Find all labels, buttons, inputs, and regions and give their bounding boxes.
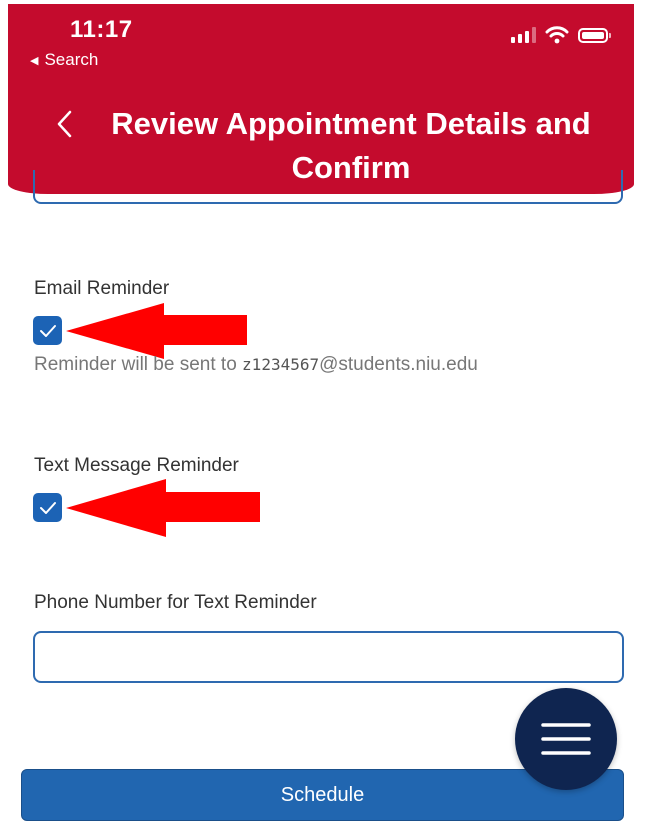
battery-icon xyxy=(578,27,611,43)
email-reminder-label: Email Reminder xyxy=(34,278,170,299)
email-reminder-helper: Reminder will be sent to z1234567@studen… xyxy=(34,354,478,376)
red-arrow-annotation-icon xyxy=(66,303,247,359)
helper-student-id: z1234567 xyxy=(242,355,320,374)
checkmark-icon xyxy=(39,324,56,337)
app-header: 11:17 ◀ Search Review Appointment Detail… xyxy=(8,4,634,194)
checkmark-icon xyxy=(39,501,56,514)
wifi-icon xyxy=(545,26,569,44)
cellular-signal-icon xyxy=(511,27,536,43)
text-reminder-checkbox[interactable] xyxy=(33,493,62,522)
helper-prefix: Reminder will be sent to xyxy=(34,354,243,375)
phone-number-label: Phone Number for Text Reminder xyxy=(34,592,317,613)
back-chevron-icon[interactable] xyxy=(52,106,78,142)
phone-number-input[interactable] xyxy=(33,631,624,683)
back-triangle-icon: ◀ xyxy=(30,54,39,67)
email-reminder-checkbox[interactable] xyxy=(33,316,62,345)
previous-input-field[interactable] xyxy=(33,170,623,204)
status-icons xyxy=(511,26,611,44)
status-back-link[interactable]: ◀ Search xyxy=(30,50,98,70)
status-back-label: Search xyxy=(44,50,99,69)
menu-fab-button[interactable] xyxy=(515,688,617,790)
red-arrow-annotation-icon xyxy=(66,479,260,537)
text-reminder-label: Text Message Reminder xyxy=(34,455,239,476)
status-time: 11:17 xyxy=(70,16,133,43)
hamburger-menu-icon xyxy=(541,723,591,755)
helper-suffix: @students.niu.edu xyxy=(319,354,478,375)
